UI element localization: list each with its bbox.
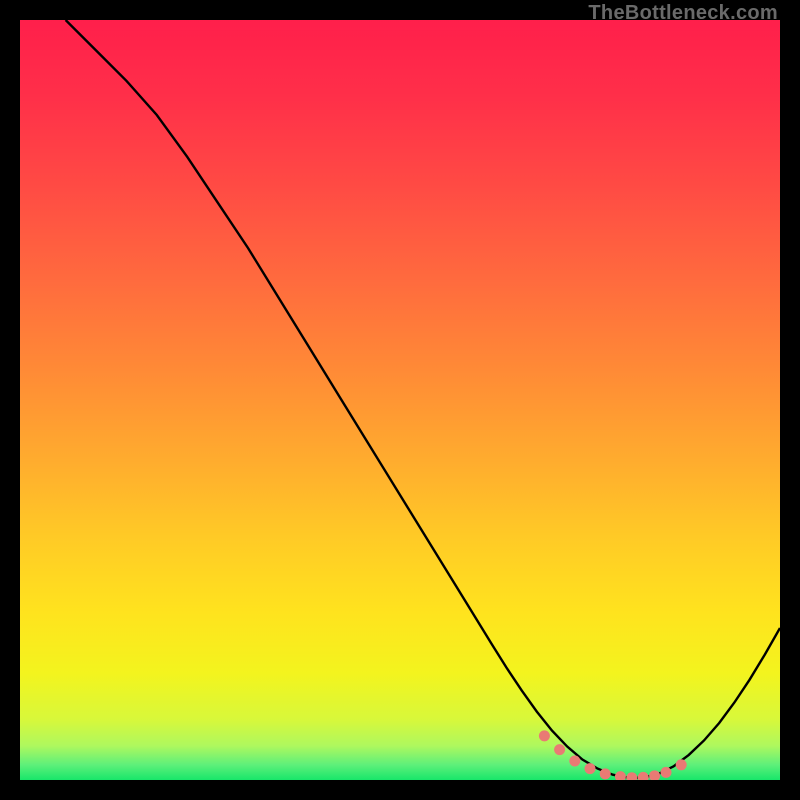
optimal-dot <box>585 763 596 774</box>
gradient-background <box>20 20 780 780</box>
optimal-dot <box>661 767 672 778</box>
bottleneck-chart <box>20 20 780 780</box>
optimal-dot <box>676 759 687 770</box>
optimal-dot <box>554 744 565 755</box>
optimal-dot <box>600 768 611 779</box>
chart-frame <box>20 20 780 780</box>
optimal-dot <box>539 730 550 741</box>
watermark-text: TheBottleneck.com <box>588 2 778 25</box>
optimal-dot <box>569 756 580 767</box>
